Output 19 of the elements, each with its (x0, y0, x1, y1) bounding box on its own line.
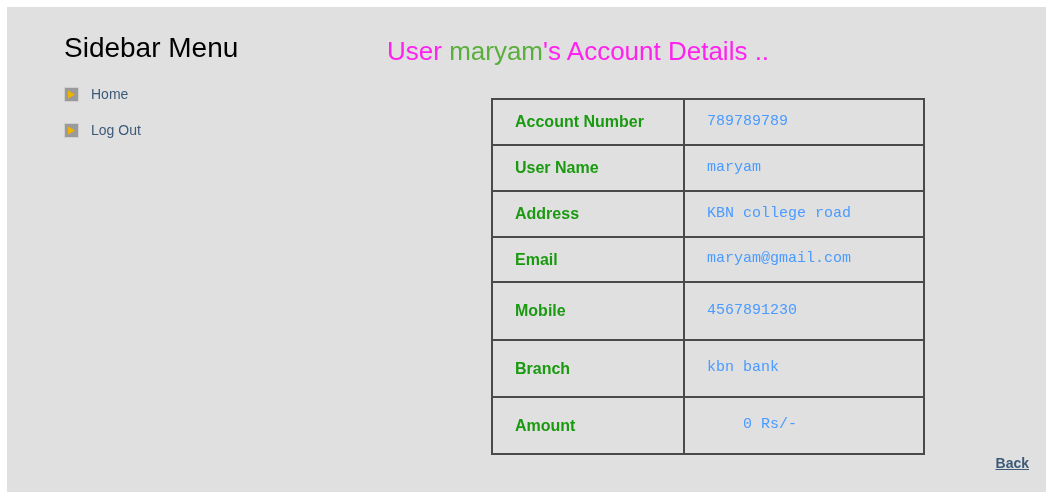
field-label: Email (492, 237, 684, 282)
field-value: kbn bank (684, 340, 924, 397)
page-heading: User maryam's Account Details .. (387, 35, 771, 68)
field-label: Address (492, 191, 684, 237)
sidebar-link[interactable]: Home (64, 84, 387, 105)
field-value: 789789789 (684, 99, 924, 145)
field-label: Amount (492, 397, 684, 454)
sidebar-link[interactable]: Log Out (64, 120, 387, 141)
field-label: Branch (492, 340, 684, 397)
field-value: KBN college road (684, 191, 924, 237)
field-value: 4567891230 (684, 282, 924, 340)
field-value: 0 Rs/- (684, 397, 924, 454)
field-value: maryam@gmail.com (684, 237, 924, 282)
sidebar-title: Sidebar Menu (64, 31, 240, 65)
back-link[interactable]: Back (995, 453, 1029, 474)
field-value: maryam (684, 145, 924, 191)
field-label: Mobile (492, 282, 684, 340)
field-label: Account Number (492, 99, 684, 145)
field-label: User Name (492, 145, 684, 191)
